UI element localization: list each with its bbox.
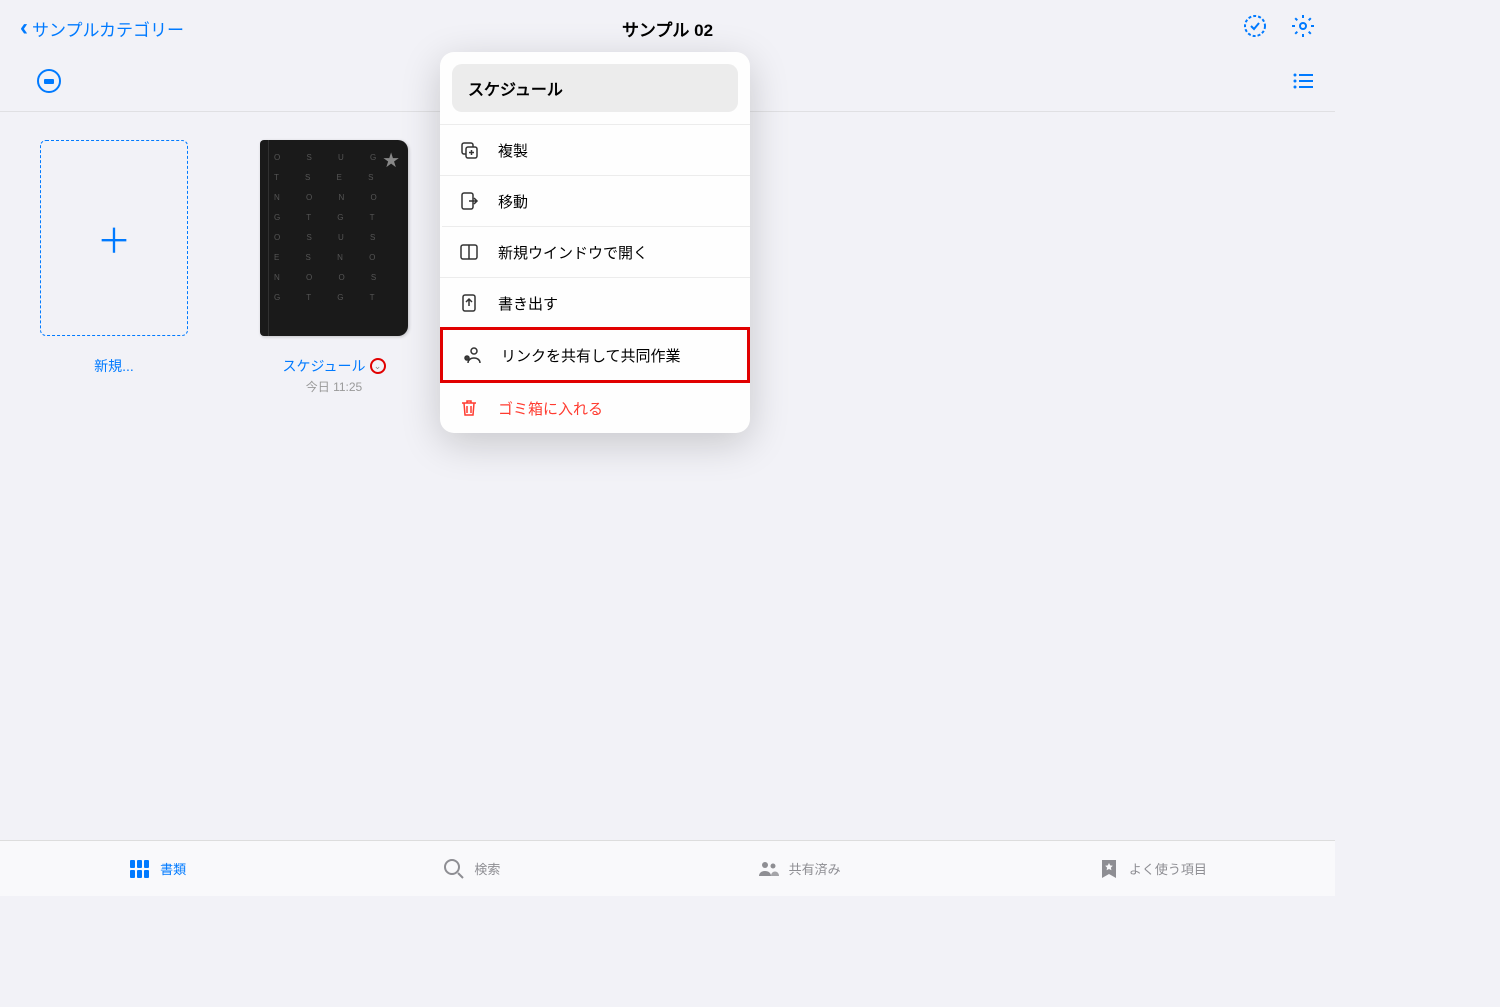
menu-label: 新規ウインドウで開く — [498, 242, 648, 263]
tab-favorites[interactable]: よく使う項目 — [1097, 857, 1207, 881]
tab-documents[interactable]: 書類 — [128, 857, 186, 881]
menu-label: リンクを共有して共同作業 — [501, 345, 681, 366]
popover-title: スケジュール — [452, 64, 738, 112]
page-title: サンプル 02 — [622, 16, 713, 41]
chevron-down-icon: ⌄ — [374, 361, 382, 372]
menu-label: 複製 — [498, 140, 528, 161]
back-button[interactable]: ‹ サンプルカテゴリー — [20, 14, 184, 42]
menu-move[interactable]: 移動 — [440, 175, 750, 226]
schedule-document-tile[interactable]: O S U G T S E S N O N O G T G T O S U S … — [260, 140, 408, 395]
tab-label: 共有済み — [789, 859, 841, 878]
check-circle-icon[interactable] — [1243, 14, 1267, 43]
notebook-date: 今日 11:25 — [306, 378, 362, 395]
notebook-thumbnail[interactable]: O S U G T S E S N O N O G T G T O S U S … — [260, 140, 408, 336]
grid-icon — [128, 857, 152, 881]
menu-open-new-window[interactable]: 新規ウインドウで開く — [440, 226, 750, 277]
people-icon — [757, 857, 781, 881]
tab-label: よく使う項目 — [1129, 859, 1207, 878]
duplicate-icon — [458, 139, 480, 161]
menu-share-link[interactable]: リンクを共有して共同作業 — [440, 327, 750, 383]
new-document-tile[interactable]: ＋ 新規... — [40, 140, 188, 395]
top-header: ‹ サンプルカテゴリー サンプル 02 — [0, 0, 1335, 56]
tab-search[interactable]: 検索 — [442, 857, 500, 881]
new-label: 新規... — [94, 356, 134, 376]
list-view-icon[interactable] — [1291, 69, 1315, 98]
bookmark-star-icon — [1097, 857, 1121, 881]
menu-label: 書き出す — [498, 293, 558, 314]
menu-label: ゴミ箱に入れる — [498, 398, 603, 419]
share-person-icon — [461, 344, 483, 366]
menu-duplicate[interactable]: 複製 — [440, 124, 750, 175]
tab-label: 検索 — [474, 859, 500, 878]
plus-icon: ＋ — [97, 214, 131, 263]
gear-icon[interactable] — [1291, 14, 1315, 43]
star-icon: ★ — [382, 148, 400, 173]
menu-trash[interactable]: ゴミ箱に入れる — [440, 382, 750, 433]
window-icon — [458, 241, 480, 263]
search-icon — [442, 857, 466, 881]
tab-shared[interactable]: 共有済み — [757, 857, 841, 881]
context-menu-popover: スケジュール 複製 移動 新規ウインドウで開く 書き出す リンクを共有して共同作… — [440, 52, 750, 433]
notebook-label: スケジュール — [282, 356, 365, 376]
back-label: サンプルカテゴリー — [32, 16, 184, 41]
document-menu-chevron-highlighted[interactable]: ⌄ — [370, 358, 386, 374]
bottom-tab-bar: 書類 検索 共有済み よく使う項目 — [0, 840, 1335, 896]
menu-label: 移動 — [498, 191, 528, 212]
filter-icon[interactable] — [36, 68, 62, 99]
move-icon — [458, 190, 480, 212]
trash-icon — [458, 397, 480, 419]
export-icon — [458, 292, 480, 314]
header-right — [1243, 14, 1315, 43]
tab-label: 書類 — [160, 859, 186, 878]
back-chevron-icon: ‹ — [20, 14, 28, 42]
menu-export[interactable]: 書き出す — [440, 277, 750, 328]
